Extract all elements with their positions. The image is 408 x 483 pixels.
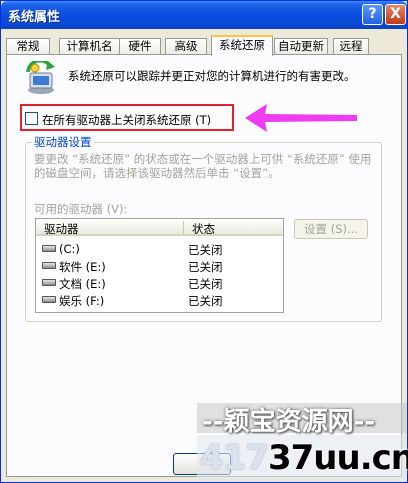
tab-hardware[interactable]: 硬件 xyxy=(119,38,161,55)
highlight-box xyxy=(20,104,234,131)
tab-general[interactable]: 常规 xyxy=(6,38,50,55)
drive-status: 已关闭 xyxy=(188,294,223,308)
column-status[interactable]: 状态 xyxy=(192,221,215,237)
watermark-domain: 41737uu.cn xyxy=(200,438,408,478)
drive-settings-title: 驱动器设置 xyxy=(32,134,94,150)
drive-name: 软件 (E:) xyxy=(59,260,106,274)
title-bar[interactable]: 系统属性 ? X xyxy=(1,1,407,29)
help-button[interactable]: ? xyxy=(362,4,383,25)
system-properties-window: 系统属性 ? X 常规 计算机名 硬件 高级 系统还原 自动更新 远程 系统还原… xyxy=(0,0,408,483)
drive-name: 文档 (E:) xyxy=(59,277,106,291)
settings-button[interactable]: 设置 (S)... xyxy=(294,219,368,239)
tab-computer-name[interactable]: 计算机名 xyxy=(59,38,120,55)
drive-row[interactable]: 文档 (E:) 已关闭 xyxy=(36,274,283,291)
tab-remote[interactable]: 远程 xyxy=(333,38,369,55)
drive-status: 已关闭 xyxy=(188,243,223,257)
drive-row[interactable]: (C:) 已关闭 xyxy=(36,240,283,257)
tab-automatic-updates[interactable]: 自动更新 xyxy=(274,38,328,55)
system-restore-icon xyxy=(26,61,55,94)
hard-drive-icon xyxy=(42,262,56,269)
drive-name: 娱乐 (F:) xyxy=(59,294,105,308)
close-button[interactable]: X xyxy=(385,4,406,25)
drive-list-header: 驱动器 状态 xyxy=(36,219,283,236)
hard-drive-icon xyxy=(42,279,56,286)
hard-drive-icon xyxy=(42,296,56,303)
column-drive[interactable]: 驱动器 xyxy=(44,221,79,237)
drive-status: 已关闭 xyxy=(188,260,223,274)
available-drives-label: 可用的驱动器 (V): xyxy=(34,202,128,216)
column-separator[interactable] xyxy=(183,221,184,234)
watermark-url: 37uu.cn xyxy=(267,438,408,478)
watermark-site-name: --颖宝资源网-- xyxy=(202,407,376,437)
restore-description: 系统还原可以跟踪并更正对您的计算机进行的有害更改。 xyxy=(68,69,356,83)
window-title: 系统属性 xyxy=(8,10,61,25)
drive-name: (C:) xyxy=(59,242,80,256)
drive-status: 已关闭 xyxy=(188,277,223,291)
drive-row[interactable]: 软件 (E:) 已关闭 xyxy=(36,257,283,274)
drive-settings-description: 要更改 “系统还原” 的状态或在一个驱动器上可供 “系统还原” 使用的磁盘空间，… xyxy=(34,152,372,180)
hard-drive-icon xyxy=(42,245,56,252)
tab-system-restore[interactable]: 系统还原 xyxy=(211,35,273,56)
tab-advanced[interactable]: 高级 xyxy=(165,38,207,55)
watermark-faint-digits: 417 xyxy=(200,438,269,478)
drive-list[interactable]: 驱动器 状态 (C:) 已关闭 软件 (E:) 已关闭 文档 (E:) 已关闭 … xyxy=(35,218,284,313)
pink-arrow-annotation xyxy=(245,104,357,132)
drive-row[interactable]: 娱乐 (F:) 已关闭 xyxy=(36,291,283,308)
